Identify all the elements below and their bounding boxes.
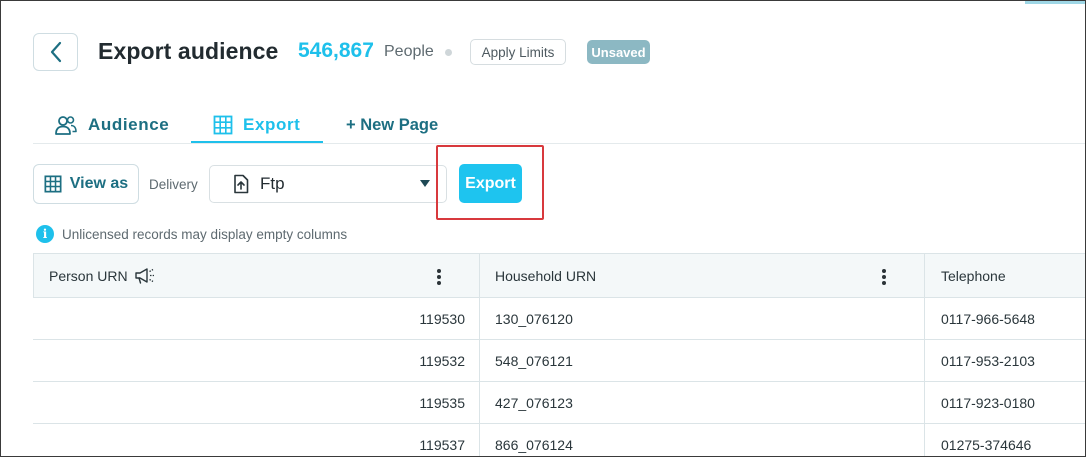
column-header-label: Person URN [49, 268, 128, 284]
cell-household-urn: 427_076123 [495, 394, 573, 411]
column-header-telephone[interactable]: Telephone [941, 254, 1006, 298]
tabs-divider [33, 143, 1085, 144]
column-divider [479, 254, 480, 298]
cell-telephone: 0117-923-0180 [941, 394, 1035, 411]
audience-count-unit: People [384, 43, 434, 60]
separator-dot [445, 49, 452, 56]
table-header: Person URN Household URN Telephone [33, 253, 1085, 298]
tab-audience-label: Audience [88, 115, 170, 134]
highlight-box [436, 145, 544, 220]
info-note: i Unlicensed records may display empty c… [36, 225, 347, 243]
table-row: 119532 548_076121 0117-953-2103 [33, 340, 1085, 382]
cell-person-urn: 119532 [419, 352, 465, 369]
cell-person-urn: 119535 [419, 394, 465, 411]
table-row: 119537 866_076124 01275-374646 [33, 424, 1085, 456]
cell-telephone: 0117-966-5648 [941, 310, 1035, 327]
app-window: Export audience 546,867 People Apply Lim… [0, 0, 1086, 457]
caret-down-icon [420, 180, 430, 187]
view-as-label: View as [69, 175, 129, 192]
view-as-button[interactable]: View as [33, 164, 139, 204]
page-title: Export audience [98, 38, 279, 64]
table-row: 119530 130_076120 0117-966-5648 [33, 298, 1085, 340]
column-menu-icon[interactable] [433, 267, 445, 287]
tab-export-label: Export [243, 115, 301, 134]
cell-person-urn: 119530 [419, 310, 465, 327]
column-header-person-urn[interactable]: Person URN [49, 254, 156, 298]
grid-icon [213, 115, 233, 135]
column-divider [924, 298, 925, 339]
audience-count: 546,867 [298, 39, 374, 62]
cell-household-urn: 866_076124 [495, 436, 573, 453]
megaphone-icon [134, 267, 156, 285]
cell-household-urn: 130_076120 [495, 310, 573, 327]
tab-new-page[interactable]: + New Page [346, 107, 438, 143]
top-accent-bar [1025, 1, 1085, 4]
delivery-label: Delivery [149, 177, 198, 192]
file-upload-icon [232, 174, 250, 194]
back-button[interactable] [33, 33, 78, 71]
status-badge: Unsaved [587, 40, 650, 64]
cell-telephone: 01275-374646 [941, 436, 1032, 453]
table-row: 119535 427_076123 0117-923-0180 [33, 382, 1085, 424]
apply-limits-button[interactable]: Apply Limits [470, 39, 566, 65]
delivery-select-value: Ftp [260, 174, 285, 193]
chevron-left-icon [50, 41, 61, 63]
column-divider [924, 424, 925, 456]
column-divider [479, 424, 480, 456]
column-menu-icon[interactable] [878, 267, 890, 287]
cell-household-urn: 548_076121 [495, 352, 573, 369]
delivery-select[interactable]: Ftp [209, 165, 447, 203]
cell-person-urn: 119537 [419, 436, 465, 453]
column-divider [924, 254, 925, 298]
grid-icon [44, 175, 62, 193]
tab-audience[interactable]: Audience [54, 107, 169, 143]
cell-telephone: 0117-953-2103 [941, 352, 1035, 369]
people-icon [54, 114, 78, 136]
info-icon: i [36, 225, 54, 243]
column-divider [924, 382, 925, 423]
column-divider [479, 298, 480, 339]
column-header-household-urn[interactable]: Household URN [495, 254, 596, 298]
column-divider [924, 340, 925, 381]
column-divider [479, 382, 480, 423]
info-note-text: Unlicensed records may display empty col… [62, 226, 348, 242]
column-divider [479, 340, 480, 381]
tab-export[interactable]: Export [213, 107, 300, 143]
